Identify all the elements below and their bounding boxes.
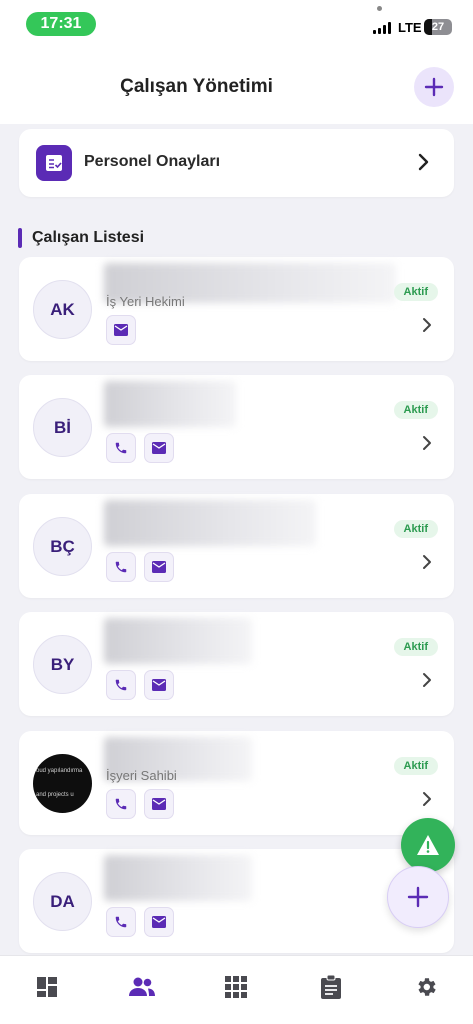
people-icon <box>128 977 155 996</box>
add-employee-fab-button[interactable] <box>387 866 449 928</box>
settings-gear-icon <box>418 978 436 996</box>
contact-actions <box>106 670 174 700</box>
nav-tasks[interactable] <box>284 956 379 1018</box>
employee-name-redacted <box>104 500 316 546</box>
avatar: BY <box>33 635 92 694</box>
contact-actions <box>106 433 174 463</box>
email-button[interactable] <box>144 670 174 700</box>
status-bar: 17:31 LTE 27 <box>0 0 473 50</box>
nav-employees[interactable] <box>95 956 190 1018</box>
nav-dashboard[interactable] <box>0 956 95 1018</box>
chevron-right-icon <box>418 153 429 171</box>
personnel-approvals-card[interactable]: Personel Onayları <box>19 129 454 197</box>
contact-actions <box>106 789 174 819</box>
status-badge: Aktif <box>393 401 438 419</box>
chevron-right-icon <box>423 555 431 569</box>
battery-icon: 27 <box>424 19 452 35</box>
contact-actions <box>106 907 174 937</box>
envelope-icon <box>152 561 166 573</box>
envelope-icon <box>152 442 166 454</box>
employee-card[interactable]: oud yapılandırma and projects u İşyeri S… <box>19 731 454 835</box>
avatar-photo: oud yapılandırma and projects u <box>33 754 92 813</box>
email-button[interactable] <box>144 907 174 937</box>
section-title: Çalışan Listesi <box>32 229 145 246</box>
header-add-button[interactable] <box>414 67 454 107</box>
email-button[interactable] <box>144 789 174 819</box>
apps-grid-icon <box>225 976 248 998</box>
employee-card[interactable]: AK İş Yeri Hekimi Aktif <box>19 257 454 361</box>
plus-icon <box>407 886 429 908</box>
employee-name-redacted <box>104 855 252 901</box>
employee-name-redacted <box>104 381 236 427</box>
status-badge: Aktif <box>393 638 438 656</box>
warning-fab-button[interactable] <box>401 818 455 872</box>
avatar: DA <box>33 872 92 931</box>
bottom-navigation <box>0 955 473 1024</box>
avatar: Bİ <box>33 398 92 457</box>
phone-icon <box>115 561 127 573</box>
phone-icon <box>115 798 127 810</box>
phone-icon <box>115 679 127 691</box>
call-button[interactable] <box>106 907 136 937</box>
call-button[interactable] <box>106 552 136 582</box>
email-button[interactable] <box>144 433 174 463</box>
page-title: Çalışan Yönetimi <box>120 76 273 97</box>
chevron-right-icon <box>423 436 431 450</box>
dashboard-icon <box>37 977 58 997</box>
clipboard-icon <box>321 975 342 999</box>
envelope-icon <box>152 916 166 928</box>
phone-icon <box>115 442 127 454</box>
status-badge: Aktif <box>393 757 438 775</box>
cellular-signal-icon <box>373 22 391 34</box>
approvals-label: Personel Onayları <box>84 153 221 170</box>
approval-list-icon <box>36 145 72 181</box>
status-badge: Aktif <box>393 520 438 538</box>
avatar-photo-text: oud yapılandırma <box>36 768 83 774</box>
chevron-right-icon <box>423 673 431 687</box>
call-button[interactable] <box>106 789 136 819</box>
contact-actions <box>106 552 174 582</box>
envelope-icon <box>114 324 128 336</box>
chevron-right-icon <box>423 792 431 806</box>
warning-triangle-icon <box>417 835 439 855</box>
section-accent-bar <box>18 228 22 248</box>
avatar-photo-text: and projects u <box>36 792 74 798</box>
status-time: 17:31 <box>26 12 96 36</box>
envelope-icon <box>152 798 166 810</box>
battery-percent: 27 <box>431 21 445 33</box>
employee-role: İş Yeri Hekimi <box>106 294 185 309</box>
email-button[interactable] <box>106 315 136 345</box>
status-badge: Aktif <box>393 283 438 301</box>
avatar: BÇ <box>33 517 92 576</box>
nav-apps[interactable] <box>189 956 284 1018</box>
chevron-right-icon <box>423 318 431 332</box>
employee-card[interactable]: BY Aktif <box>19 612 454 716</box>
employee-name-redacted <box>104 618 252 664</box>
email-button[interactable] <box>144 552 174 582</box>
call-button[interactable] <box>106 433 136 463</box>
employee-role: İşyeri Sahibi <box>106 768 177 783</box>
phone-icon <box>115 916 127 928</box>
employee-card[interactable]: Bİ Aktif <box>19 375 454 479</box>
plus-icon <box>424 77 444 97</box>
camera-indicator-dot <box>377 6 382 11</box>
contact-actions <box>106 315 136 345</box>
employee-card[interactable]: BÇ Aktif <box>19 494 454 598</box>
network-type: LTE <box>398 20 422 35</box>
call-button[interactable] <box>106 670 136 700</box>
envelope-icon <box>152 679 166 691</box>
avatar: AK <box>33 280 92 339</box>
app-header: Çalışan Yönetimi <box>0 50 473 124</box>
nav-settings[interactable] <box>378 956 473 1018</box>
